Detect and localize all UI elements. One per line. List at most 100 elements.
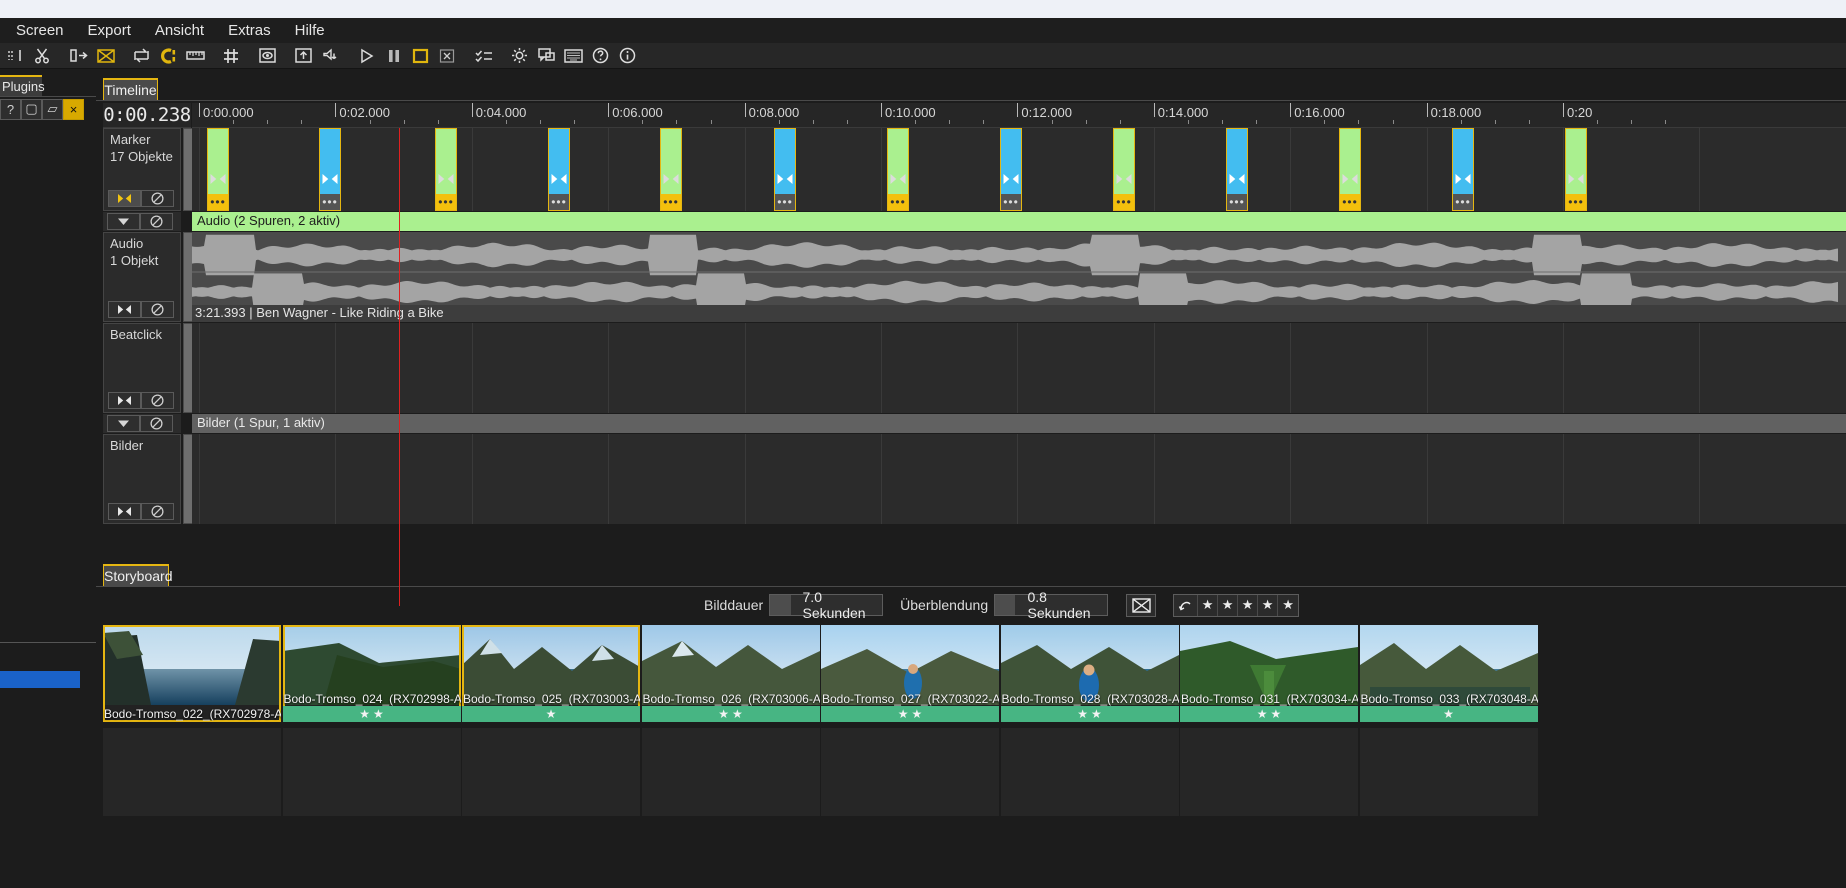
menu-ansicht[interactable]: Ansicht bbox=[143, 20, 216, 42]
track-header-marker[interactable]: Marker 17 Objekte bbox=[103, 128, 181, 211]
storyboard-item-slot-empty[interactable] bbox=[821, 728, 999, 816]
marker-clip-footer[interactable]: ••• bbox=[1566, 194, 1586, 210]
crossfade-drag-knob[interactable] bbox=[995, 595, 1016, 615]
storyboard-item-slot-empty[interactable] bbox=[282, 728, 461, 816]
marker-clip[interactable]: ••• bbox=[319, 128, 341, 211]
storyboard-item[interactable]: Bodo-Tromso_024_(RX702998-ARW)★★ bbox=[282, 625, 461, 722]
open-folder-icon[interactable]: ▱ bbox=[42, 98, 63, 120]
marker-clip-footer[interactable]: ••• bbox=[775, 194, 795, 210]
c-bracket-icon[interactable] bbox=[155, 44, 182, 68]
pause-icon[interactable] bbox=[380, 44, 407, 68]
speaker-icon[interactable] bbox=[317, 44, 344, 68]
crossfade-icon[interactable] bbox=[92, 44, 119, 68]
crossfade-field[interactable]: 0.8 Sekunden bbox=[994, 589, 1109, 621]
close-icon[interactable]: × bbox=[63, 98, 84, 120]
mute-group-button[interactable] bbox=[140, 213, 173, 230]
snap-to-edge-icon[interactable] bbox=[2, 44, 29, 68]
stop-icon[interactable] bbox=[407, 44, 434, 68]
current-time-display[interactable]: 0:00.238 bbox=[103, 103, 191, 128]
storyboard-item-slot-empty[interactable] bbox=[1359, 728, 1538, 816]
marker-clip[interactable]: ••• bbox=[1452, 128, 1474, 211]
storyboard-item-rating[interactable]: ★ ★ bbox=[282, 706, 461, 722]
marker-track-lane[interactable]: ••• ••• ••• ••• ••• ••• ••• ••• ••• ••• ••• ••• ••• bbox=[192, 128, 1846, 211]
undo-arrow-icon[interactable] bbox=[1174, 594, 1199, 616]
grid-icon[interactable] bbox=[218, 44, 245, 68]
marker-snap-button[interactable] bbox=[108, 392, 141, 409]
storyboard-item-rating[interactable]: ★ ★ bbox=[641, 706, 820, 722]
menu-hilfe[interactable]: Hilfe bbox=[283, 20, 337, 42]
ruler-icon[interactable] bbox=[182, 44, 209, 68]
marker-clip-footer[interactable]: ••• bbox=[888, 194, 908, 210]
help-icon[interactable] bbox=[587, 44, 614, 68]
mute-group-button[interactable] bbox=[140, 415, 173, 432]
preview-eye-icon[interactable] bbox=[254, 44, 281, 68]
marker-clip[interactable]: ••• bbox=[435, 128, 457, 211]
storyboard-item-rating[interactable]: ★ ★ bbox=[821, 706, 999, 722]
marker-clip-footer[interactable]: ••• bbox=[1453, 194, 1473, 210]
storyboard-item-slot-empty[interactable] bbox=[462, 728, 640, 816]
track-header-audio[interactable]: Audio 1 Objekt bbox=[103, 232, 181, 322]
rating-star-button-4[interactable]: ★ bbox=[1258, 594, 1279, 616]
marker-clip[interactable]: ••• bbox=[660, 128, 682, 211]
swap-arrows-icon[interactable] bbox=[128, 44, 155, 68]
tab-plugins[interactable]: Plugins bbox=[0, 75, 45, 96]
info-icon[interactable] bbox=[614, 44, 641, 68]
marker-clip[interactable]: ••• bbox=[1565, 128, 1587, 211]
group-label-bilder[interactable]: Bilder (1 Spur, 1 aktiv) bbox=[192, 414, 1846, 433]
marker-snap-button[interactable] bbox=[108, 190, 141, 207]
marker-clip[interactable]: ••• bbox=[1226, 128, 1248, 211]
gear-icon[interactable] bbox=[506, 44, 533, 68]
storyboard-item[interactable]: Bodo-Tromso_031_(RX703034-ARW)★★ bbox=[1180, 625, 1358, 722]
marker-snap-button[interactable] bbox=[108, 503, 141, 520]
menu-screen[interactable]: Screen bbox=[4, 20, 76, 42]
mute-button[interactable] bbox=[141, 190, 174, 207]
play-icon[interactable] bbox=[353, 44, 380, 68]
fullscreen-icon[interactable] bbox=[290, 44, 317, 68]
scissors-cut-icon[interactable] bbox=[29, 44, 56, 68]
duration-drag-knob[interactable] bbox=[770, 595, 791, 615]
marker-clip-footer[interactable]: ••• bbox=[208, 194, 228, 210]
storyboard-item[interactable]: Bodo-Tromso_022_(RX702978-ARW) bbox=[103, 625, 281, 722]
storyboard-item[interactable]: Bodo-Tromso_025_(RX703003-ARW)★ bbox=[462, 625, 640, 722]
beatclick-track-lane[interactable] bbox=[192, 323, 1846, 413]
marker-clip[interactable]: ••• bbox=[887, 128, 909, 211]
storyboard-item-slot-empty[interactable] bbox=[1000, 728, 1179, 816]
marker-clip[interactable]: ••• bbox=[1000, 128, 1022, 211]
tab-timeline[interactable]: Timeline bbox=[103, 78, 158, 100]
rating-star-button-2[interactable]: ★ bbox=[1218, 594, 1239, 616]
marker-clip[interactable]: ••• bbox=[774, 128, 796, 211]
marker-clip-footer[interactable]: ••• bbox=[549, 194, 569, 210]
track-header-beatclick[interactable]: Beatclick bbox=[103, 323, 181, 413]
storyboard-item-rating[interactable]: ★ bbox=[1359, 706, 1538, 722]
storyboard-item[interactable]: Bodo-Tromso_033_(RX703048-ARW)★ bbox=[1359, 625, 1538, 722]
storyboard-item-rating[interactable]: ★ bbox=[462, 706, 640, 722]
mute-button[interactable] bbox=[141, 392, 174, 409]
group-label-audio[interactable]: Audio (2 Spuren, 2 aktiv) bbox=[192, 212, 1846, 231]
bilder-track-lane[interactable] bbox=[192, 434, 1846, 524]
playhead[interactable] bbox=[399, 128, 400, 606]
audio-track-lane[interactable]: 3:21.393 | Ben Wagner - Like Riding a Bi… bbox=[192, 232, 1846, 322]
collapse-group-button[interactable] bbox=[107, 415, 140, 432]
marker-clip-footer[interactable]: ••• bbox=[1227, 194, 1247, 210]
marker-clip-footer[interactable]: ••• bbox=[1001, 194, 1021, 210]
storyboard-item-rating[interactable]: ★ ★ bbox=[1000, 706, 1179, 722]
help-icon[interactable]: ? bbox=[0, 98, 21, 120]
storyboard-item[interactable]: Bodo-Tromso_027_(RX703022-ARW)★★ bbox=[821, 625, 999, 722]
split-object-icon[interactable] bbox=[65, 44, 92, 68]
storyboard-item-rating[interactable]: ★ ★ bbox=[1180, 706, 1358, 722]
crossfade-icon[interactable] bbox=[1126, 593, 1157, 617]
mute-button[interactable] bbox=[141, 503, 174, 520]
comment-icon[interactable] bbox=[533, 44, 560, 68]
marker-clip[interactable]: ••• bbox=[1113, 128, 1135, 211]
folder-icon[interactable]: ▢ bbox=[21, 98, 42, 120]
storyboard-item[interactable]: Bodo-Tromso_028_(RX703028-ARW)★★ bbox=[1000, 625, 1179, 722]
timeline-ruler[interactable]: 0:00.000 0:02.000 0:04.000 0:06.000 0:08.000… bbox=[192, 103, 1846, 128]
storyboard-item-slot-empty[interactable] bbox=[1180, 728, 1358, 816]
marker-clip[interactable]: ••• bbox=[548, 128, 570, 211]
storyboard-item-slot-empty[interactable] bbox=[103, 728, 281, 816]
rating-star-button-5[interactable]: ★ bbox=[1278, 594, 1299, 616]
track-header-bilder[interactable]: Bilder bbox=[103, 434, 181, 524]
marker-clip[interactable]: ••• bbox=[207, 128, 229, 211]
image-duration-field[interactable]: 7.0 Sekunden bbox=[769, 589, 884, 621]
menu-export[interactable]: Export bbox=[76, 20, 143, 42]
